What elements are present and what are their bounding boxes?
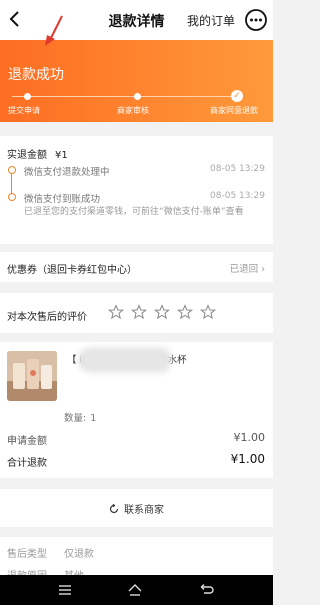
contact-merchant-button[interactable]: 联系商家	[0, 489, 273, 527]
coupon-row[interactable]: 优惠券（退回卡券红包中心） 已退回 ›	[0, 252, 273, 282]
product-quantity: 数量: 1	[64, 410, 96, 424]
refund-amount: 实退金额 ¥1	[7, 146, 68, 161]
apply-amount-label: 申请金额	[7, 436, 47, 447]
step-label-approved: 商家同意退款	[210, 106, 258, 115]
refund-status-banner: 退款成功 ✓ 提交申请 商家审核 商家同意退款	[0, 40, 273, 122]
coupon-status-text: 已退回	[229, 264, 259, 275]
detail-value: 仅退款	[64, 549, 94, 560]
detail-label: 售后类型	[7, 549, 47, 560]
apply-amount-value: ¥1.00	[233, 431, 266, 444]
contact-merchant-label: 联系商家	[124, 505, 164, 516]
quantity-label: 数量:	[64, 413, 87, 424]
star-icon[interactable]	[108, 304, 124, 320]
menu-icon[interactable]	[57, 583, 73, 597]
system-navigation-bar	[0, 575, 273, 605]
refund-status-text: 退款成功	[8, 67, 64, 83]
contact-merchant-row: 联系商家	[0, 501, 273, 516]
refund-details-card: 售后类型 仅退款 退款原因 其他	[0, 537, 273, 582]
product-image-icon	[7, 351, 57, 401]
more-options-icon[interactable]	[244, 8, 268, 32]
privacy-blur	[78, 347, 172, 373]
my-orders-link[interactable]: 我的订单	[187, 12, 235, 29]
timeline-dot	[8, 166, 16, 174]
review-label: 对本次售后的评价	[7, 312, 87, 323]
quantity-value: 1	[90, 413, 97, 424]
star-icon[interactable]	[131, 304, 147, 320]
home-icon[interactable]	[127, 583, 143, 597]
progress-line	[12, 96, 237, 97]
timeline-item-text: 微信支付到账成功	[24, 194, 101, 205]
step-check-icon: ✓	[231, 90, 243, 102]
step-label-review: 商家审核	[117, 106, 149, 115]
total-refund-label: 合计退款	[7, 458, 47, 469]
total-refund-value: ¥1.00	[230, 452, 265, 466]
refund-progress-card: 实退金额 ¥1 微信支付退款处理中 08-05 13:29 微信支付到账成功 08…	[0, 136, 273, 244]
step-dot-1	[24, 93, 31, 100]
product-thumbnail[interactable]	[7, 351, 57, 401]
refresh-icon	[109, 504, 119, 514]
refund-amount-label: 实退金额	[7, 150, 47, 161]
coupon-status: 已退回 ›	[229, 264, 265, 275]
step-dot-2	[134, 93, 141, 100]
product-card[interactable]: 【 i肚杯夏季大容量水杯水杯 数量:1 申请金额 ¥1.00 合计退款 ¥1.0…	[0, 342, 273, 478]
refund-amount-value: ¥1	[55, 150, 68, 161]
timeline-item-time: 08-05 13:29	[210, 191, 265, 201]
timeline-item-note: 已退至您的支付渠道零钱，可前往“微信支付-账单”查看	[24, 207, 244, 217]
timeline-dot	[8, 193, 16, 201]
star-icon[interactable]	[154, 304, 170, 320]
coupon-label: 优惠券（退回卡券红包中心）	[7, 265, 137, 276]
timeline-item-time: 08-05 13:29	[210, 164, 265, 174]
annotation-arrow-icon	[45, 15, 63, 46]
star-icon[interactable]	[200, 304, 216, 320]
review-row: 对本次售后的评价	[0, 293, 273, 333]
timeline-item-text: 微信支付退款处理中	[24, 167, 110, 178]
back-nav-icon[interactable]	[199, 583, 215, 597]
star-icon[interactable]	[177, 304, 193, 320]
step-label-submit: 提交申请	[8, 106, 40, 115]
